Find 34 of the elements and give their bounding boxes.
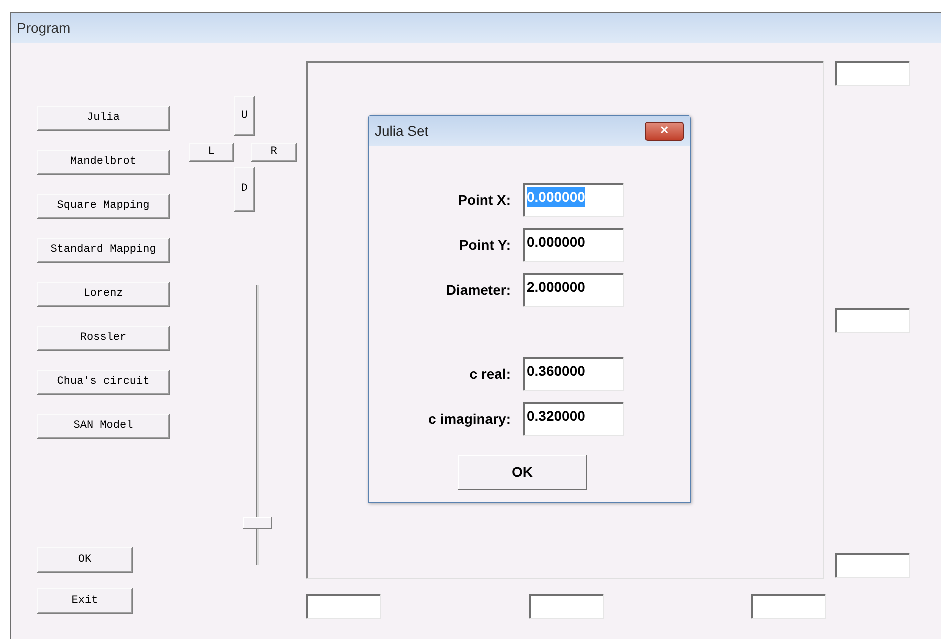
right-button[interactable]: R [251,143,297,162]
dialog-title: Julia Set [375,122,429,140]
function-button[interactable]: Lorenz [37,282,170,307]
value-field[interactable]: 0.360000 [523,357,624,391]
function-button[interactable]: Rossler [37,326,170,351]
value-field[interactable]: 0.320000 [523,402,624,436]
input-field[interactable] [835,61,910,86]
window-title: Program [17,18,71,38]
down-button[interactable]: D [234,167,255,212]
ok-button[interactable]: OK [458,455,587,490]
up-button[interactable]: U [234,96,255,136]
field-label: c real: [468,364,511,384]
slider-thumb[interactable] [243,517,272,529]
field-label: Point X: [457,190,511,210]
value-field[interactable]: 2.000000 [523,273,624,307]
value-field[interactable]: 0.000000 [523,228,624,262]
input-field[interactable] [306,594,381,619]
function-button[interactable]: Julia [37,106,170,131]
slider[interactable] [243,285,272,565]
left-button[interactable]: L [189,143,234,162]
input-field[interactable] [751,594,826,619]
function-button[interactable]: Square Mapping [37,194,170,219]
function-button[interactable]: Mandelbrot [37,150,170,175]
input-field[interactable] [528,594,604,619]
function-button[interactable]: Chua's circuit [37,370,170,395]
field-label: Point Y: [458,236,511,254]
field-label: c imaginary: [428,410,511,429]
command-button[interactable]: Exit [37,588,133,614]
function-button[interactable]: Standard Mapping [37,238,170,263]
command-button[interactable]: OK [37,547,133,573]
function-button[interactable]: SAN Model [37,414,170,439]
input-field[interactable] [835,308,910,333]
field-label: Diameter: [445,280,511,300]
input-field[interactable] [835,553,910,578]
